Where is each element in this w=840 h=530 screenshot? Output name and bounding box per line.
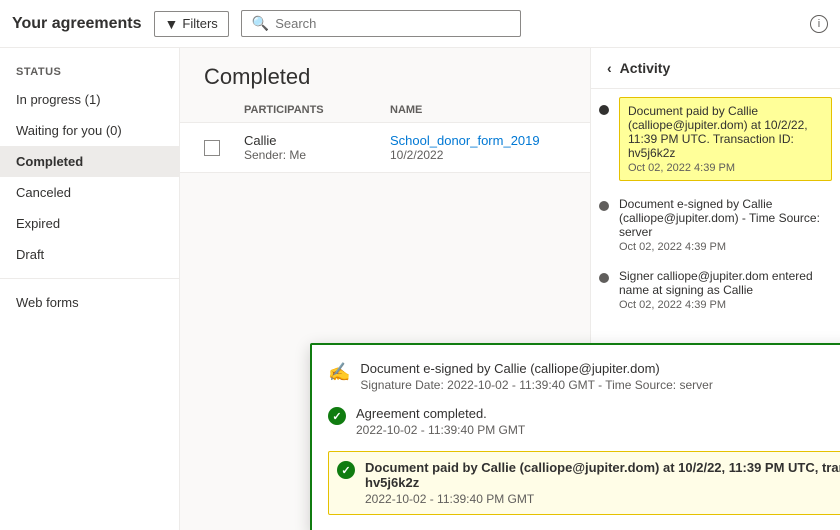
- esign-icon: ✍: [328, 362, 350, 383]
- row-checkbox[interactable]: [204, 140, 220, 156]
- popup-item-2: ✓ Document paid by Callie (calliope@jupi…: [328, 451, 840, 515]
- activity-header: ‹ Activity: [591, 48, 840, 89]
- table-row[interactable]: Callie Sender: Me School_donor_form_2019…: [180, 123, 590, 173]
- sidebar-item-canceled[interactable]: Canceled: [0, 177, 179, 208]
- table-participants-header: PARTICIPANTS: [244, 104, 374, 116]
- search-input[interactable]: [275, 16, 510, 31]
- info-icon[interactable]: i: [810, 15, 828, 33]
- popup-item-1-content: Agreement completed. 2022-10-02 - 11:39:…: [356, 406, 525, 437]
- popup-sub-0: Signature Date: 2022-10-02 - 11:39:40 GM…: [360, 378, 712, 392]
- popup-text-1: Agreement completed.: [356, 406, 525, 421]
- popup-item-0: ✍ Document e-signed by Callie (calliope@…: [328, 361, 840, 392]
- popup-item-2-content: Document paid by Callie (calliope@jupite…: [365, 460, 840, 506]
- paid-check-icon: ✓: [337, 461, 355, 479]
- sidebar-item-web-forms[interactable]: Web forms: [0, 287, 179, 318]
- agreements-header: Completed: [180, 48, 590, 98]
- row-name: School_donor_form_2019 10/2/2022: [390, 133, 566, 162]
- check-circle-icon-1: ✓: [328, 407, 346, 425]
- row-check-col: [204, 140, 228, 156]
- timeline-item-0: Document paid by Callie (calliope@jupite…: [599, 101, 832, 181]
- doc-date: 10/2/2022: [390, 148, 566, 162]
- timeline-date-0: Oct 02, 2022 4:39 PM: [628, 162, 823, 174]
- timeline-text-2: Signer calliope@jupiter.dom entered name…: [619, 269, 813, 297]
- table-name-header: NAME: [390, 104, 566, 116]
- table-header: PARTICIPANTS NAME: [180, 98, 590, 123]
- popup-text-0: Document e-signed by Callie (calliope@ju…: [360, 361, 712, 376]
- back-arrow-icon[interactable]: ‹: [607, 60, 612, 76]
- search-icon: 🔍: [252, 15, 269, 32]
- participant-sub: Sender: Me: [244, 148, 374, 162]
- main-layout: STATUS In progress (1) Waiting for you (…: [0, 48, 840, 530]
- popup-sub-2: 2022-10-02 - 11:39:40 PM GMT: [365, 492, 840, 506]
- sidebar-item-draft[interactable]: Draft: [0, 239, 179, 270]
- sidebar-item-waiting-for-you[interactable]: Waiting for you (0): [0, 115, 179, 146]
- sidebar-item-completed[interactable]: Completed: [0, 146, 179, 177]
- timeline-date-2: Oct 02, 2022 4:39 PM: [619, 299, 832, 311]
- popup-item-0-content: Document e-signed by Callie (calliope@ju…: [360, 361, 712, 392]
- activity-title: Activity: [620, 60, 671, 76]
- popup-overlay: ✍ Document e-signed by Callie (calliope@…: [310, 343, 840, 530]
- participant-name: Callie: [244, 133, 374, 148]
- filters-label: Filters: [182, 16, 217, 31]
- popup-item-1: ✓ Agreement completed. 2022-10-02 - 11:3…: [328, 406, 840, 437]
- timeline-item-1: Document e-signed by Callie (calliope@ju…: [599, 197, 832, 253]
- timeline-content-1: Document e-signed by Callie (calliope@ju…: [619, 197, 832, 253]
- sidebar: STATUS In progress (1) Waiting for you (…: [0, 48, 180, 530]
- timeline-date-1: Oct 02, 2022 4:39 PM: [619, 241, 832, 253]
- popup-text-2: Document paid by Callie (calliope@jupite…: [365, 460, 840, 490]
- sidebar-divider: [0, 278, 179, 279]
- search-box[interactable]: 🔍: [241, 10, 521, 37]
- sidebar-item-in-progress[interactable]: In progress (1): [0, 84, 179, 115]
- sidebar-item-expired[interactable]: Expired: [0, 208, 179, 239]
- timeline-dot-0: [599, 105, 609, 115]
- timeline-content-2: Signer calliope@jupiter.dom entered name…: [619, 269, 832, 311]
- page-title: Your agreements: [12, 15, 142, 33]
- filters-button[interactable]: ▼ Filters: [154, 11, 229, 37]
- timeline-content-0: Document paid by Callie (calliope@jupite…: [619, 97, 832, 181]
- filter-icon: ▼: [165, 16, 179, 32]
- sidebar-section-label: STATUS: [0, 60, 179, 84]
- content-wrapper: Completed PARTICIPANTS NAME Callie Sende…: [180, 48, 840, 530]
- row-participants: Callie Sender: Me: [244, 133, 374, 162]
- timeline-dot-1: [599, 201, 609, 211]
- timeline-text-1: Document e-signed by Callie (calliope@ju…: [619, 197, 820, 239]
- header: Your agreements ▼ Filters 🔍 i: [0, 0, 840, 48]
- timeline-item-2: Signer calliope@jupiter.dom entered name…: [599, 269, 832, 311]
- timeline-dot-2: [599, 273, 609, 283]
- timeline-text-0: Document paid by Callie (calliope@jupite…: [628, 104, 808, 160]
- popup-sub-1: 2022-10-02 - 11:39:40 PM GMT: [356, 423, 525, 437]
- activity-timeline: Document paid by Callie (calliope@jupite…: [591, 89, 840, 339]
- doc-name[interactable]: School_donor_form_2019: [390, 133, 566, 148]
